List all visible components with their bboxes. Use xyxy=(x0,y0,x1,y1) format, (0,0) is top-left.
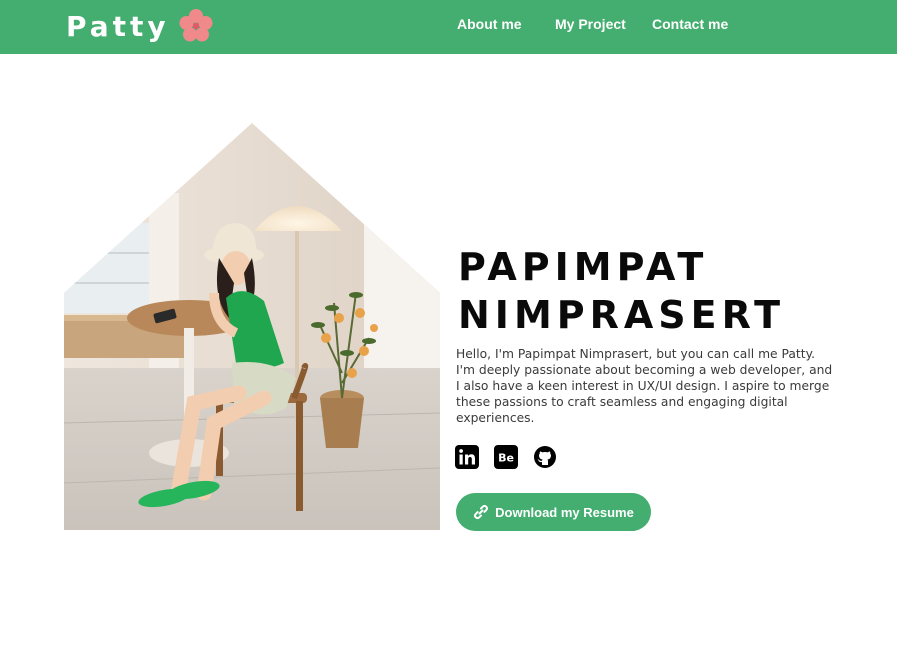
hero-name: PAPIMPAT NIMPRASERT xyxy=(458,243,785,339)
nav-about-me[interactable]: About me xyxy=(457,16,522,32)
behance-icon[interactable]: Be xyxy=(494,445,518,469)
hero-first-name: PAPIMPAT xyxy=(458,245,709,289)
nav-my-project[interactable]: My Project xyxy=(555,16,626,32)
github-icon[interactable] xyxy=(533,445,557,469)
download-resume-button[interactable]: Download my Resume xyxy=(456,493,651,531)
main-nav: About me My Project Contact me xyxy=(0,16,897,36)
svg-text:Be: Be xyxy=(498,452,514,465)
nav-contact-me[interactable]: Contact me xyxy=(652,16,728,32)
download-resume-label: Download my Resume xyxy=(495,504,634,520)
hero-bio: Hello, I'm Papimpat Nimprasert, but you … xyxy=(456,347,833,425)
hero-last-name: NIMPRASERT xyxy=(458,293,786,337)
linkedin-icon[interactable] xyxy=(455,445,479,469)
social-links: Be xyxy=(455,445,572,469)
link-icon xyxy=(474,504,489,520)
navbar: Patty About me My Project Contact me xyxy=(0,0,897,54)
profile-photo xyxy=(64,123,440,530)
